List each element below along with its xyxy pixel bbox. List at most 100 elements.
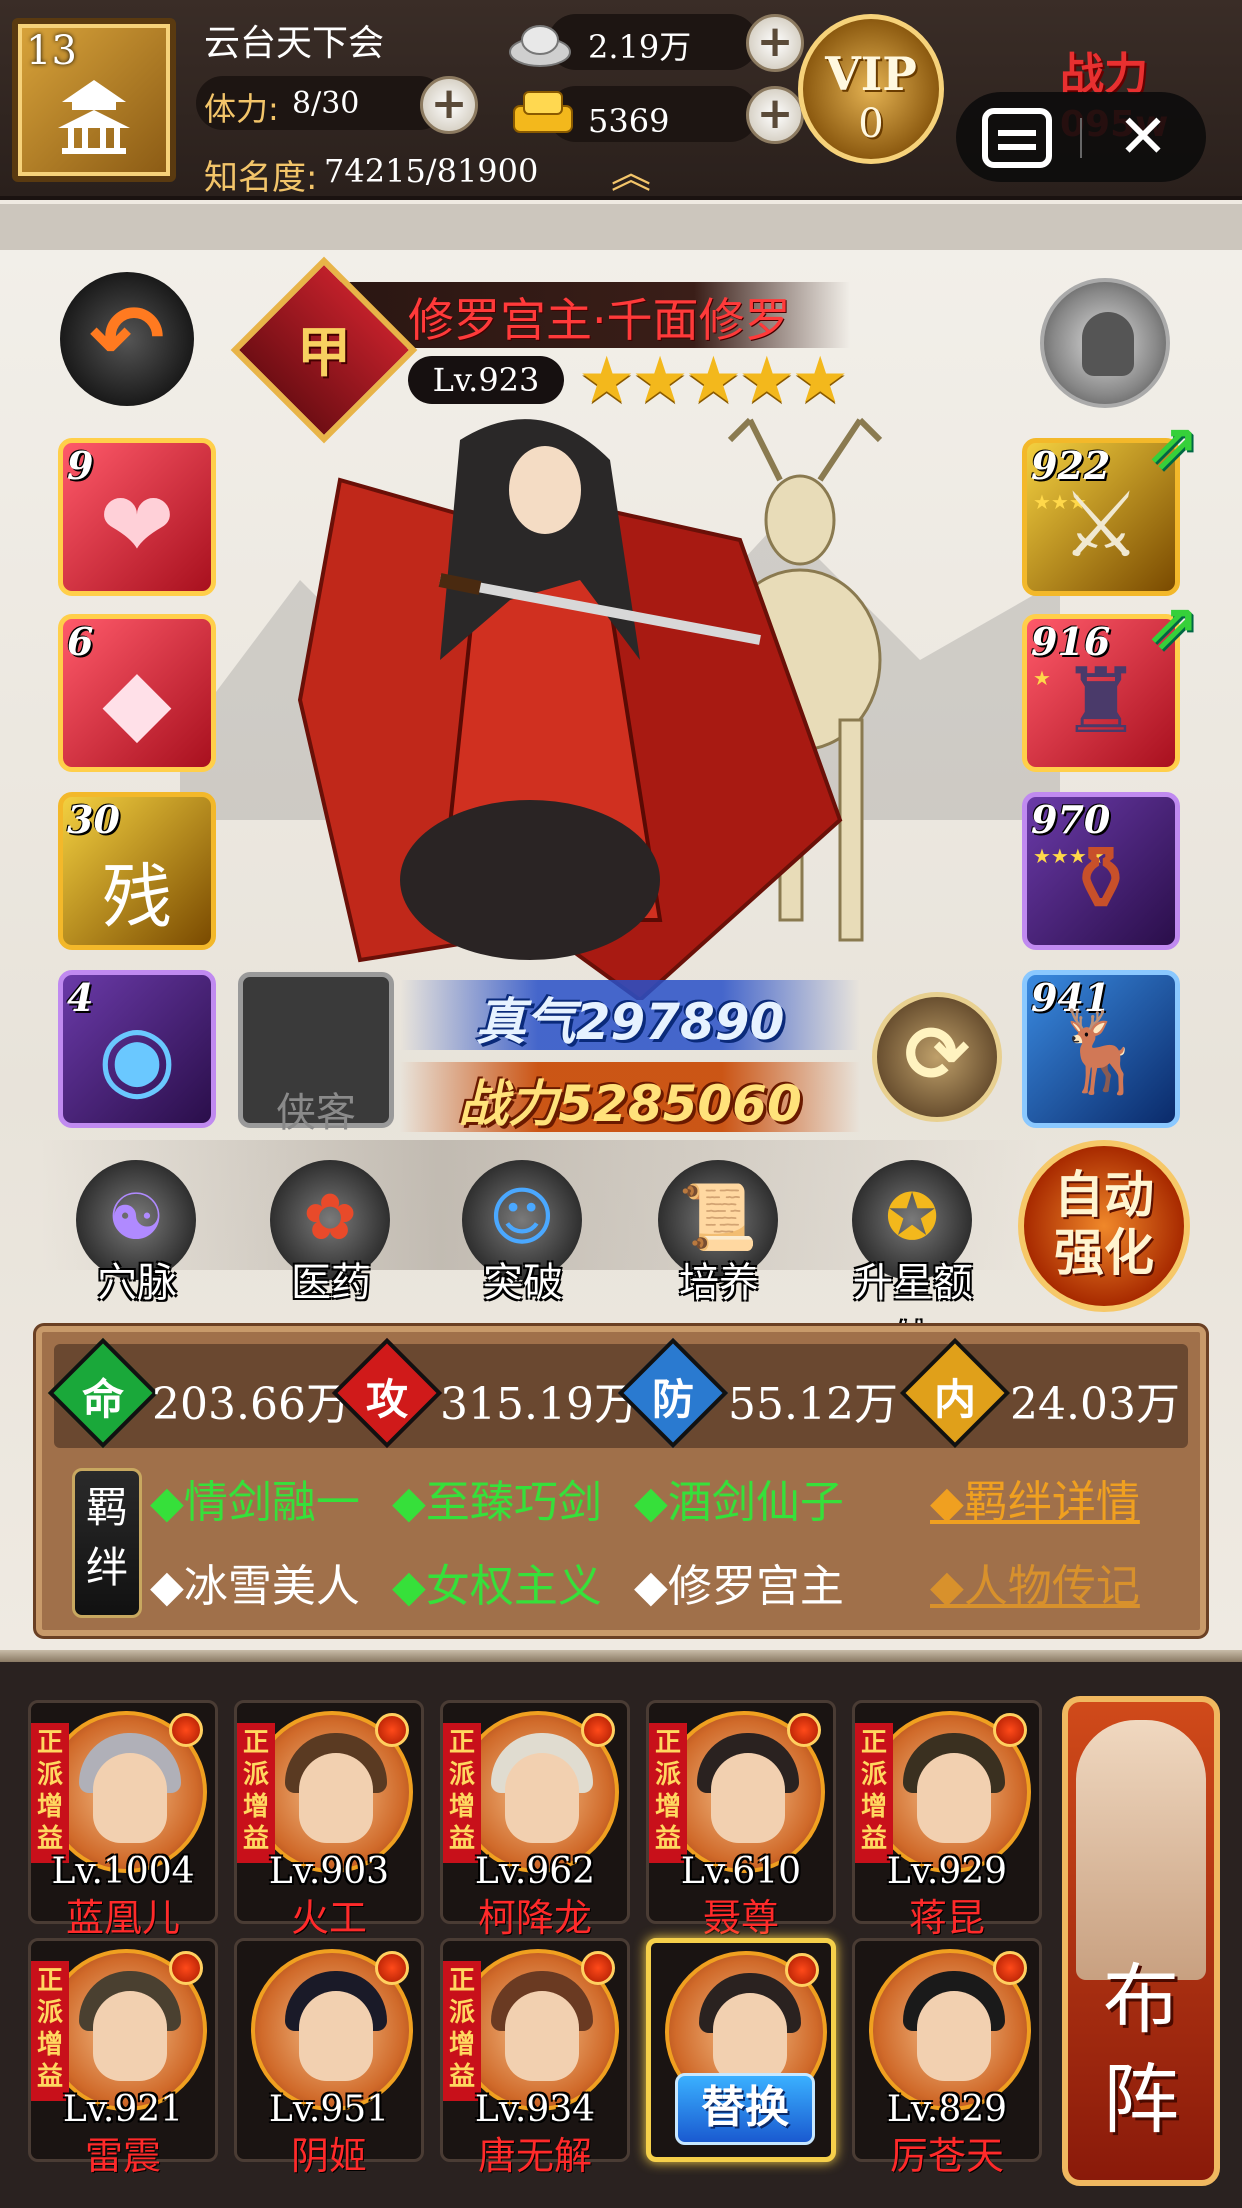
add-stamina-button[interactable]: + xyxy=(420,76,478,134)
roster-card[interactable]: Lv.951 阴姬 xyxy=(234,1938,424,2178)
cultivate-label: 培养 xyxy=(679,1260,759,1306)
breakthrough-button[interactable]: ☺ 突破 xyxy=(448,1160,598,1310)
meditation-button[interactable] xyxy=(1040,278,1170,408)
heart-swirl-icon: ❤ xyxy=(99,473,175,578)
roster-name: 雷震 xyxy=(84,2134,161,2178)
upgrade-arrow-icon: ⇗ xyxy=(1146,410,1200,484)
vip-badge[interactable]: VIP 0 xyxy=(798,14,944,164)
auto-strengthen-label: 自动 强化 xyxy=(1018,1166,1190,1282)
roster-level: Lv.921 xyxy=(62,2089,184,2130)
portrait-face xyxy=(713,1993,787,2083)
bond-tag-line1: 羁 xyxy=(85,1483,128,1532)
bond-item: ◆至臻巧剑 xyxy=(392,1477,602,1528)
add-silver-button[interactable]: + xyxy=(746,14,804,72)
notification-dot-icon xyxy=(993,1951,1027,1985)
roster-card[interactable]: 正派增益 Lv.929 蒋昆 xyxy=(852,1700,1042,1940)
notification-dot-icon xyxy=(993,1713,1027,1747)
guild-name: 云台天下会 xyxy=(204,23,385,64)
equip-slot-left-3[interactable]: 30 残 xyxy=(58,792,216,950)
righteous-buff-tag: 正派增益 xyxy=(31,1961,69,2101)
roster-card[interactable]: Lv.829 厉苍天 xyxy=(852,1938,1042,2178)
roster-card[interactable]: 正派增益 Lv.934 唐无解 xyxy=(440,1938,630,2178)
equip-slot-left-2[interactable]: 6 ◆ xyxy=(58,614,216,772)
notification-dot-icon xyxy=(375,1951,409,1985)
capsule-divider xyxy=(1080,118,1082,158)
pagoda-icon xyxy=(58,80,130,154)
gold-ingot-icon xyxy=(513,91,573,133)
silver-ingot-icon xyxy=(509,25,571,67)
wine-jar-icon: ⚱ xyxy=(1063,827,1139,932)
notification-dot-icon xyxy=(169,1951,203,1985)
close-icon[interactable]: ✕ xyxy=(1110,104,1176,170)
player-level-badge[interactable]: 13 xyxy=(12,18,176,182)
roster-card[interactable]: 正派增益 Lv.962 柯降龙 xyxy=(440,1700,630,1940)
equip-slot-right-3[interactable]: 970 ★★★★ ⚱ xyxy=(1022,792,1180,950)
portrait-face xyxy=(917,1991,991,2081)
expand-chevron-icon[interactable]: ︽ xyxy=(602,154,660,194)
meridian-button[interactable]: ☯ 穴脉 xyxy=(62,1160,212,1310)
portrait-face xyxy=(93,1991,167,2081)
vip-level: 0 xyxy=(858,101,884,147)
meridian-label: 穴脉 xyxy=(97,1260,177,1306)
righteous-buff-tag: 正派增益 xyxy=(237,1723,275,1863)
portrait-face xyxy=(299,1753,373,1843)
crystal-shard-icon: ◆ xyxy=(102,649,172,754)
deer-mount-icon: 🦌 xyxy=(1051,1005,1151,1098)
bond-item: ◆情剑融一 xyxy=(150,1477,360,1528)
stamina-value: 8/30 xyxy=(292,86,360,121)
notification-dot-icon xyxy=(581,1951,615,1985)
bond-tag-line2: 绊 xyxy=(85,1543,128,1592)
roster-level: Lv.962 xyxy=(474,1851,596,1892)
equip-slot-right-4[interactable]: 941 🦌 xyxy=(1022,970,1180,1128)
player-level: 13 xyxy=(26,28,77,74)
biography-link[interactable]: ◆人物传记 xyxy=(930,1550,1140,1614)
roster-card[interactable]: 正派增益 Lv.903 火工 xyxy=(234,1700,424,1940)
top-bar: 13 云台天下会 体力: 8/30 + 知名度: 74215/81900 2.1… xyxy=(0,0,1242,200)
righteous-buff-tag: 正派增益 xyxy=(855,1723,893,1863)
righteous-buff-tag: 正派增益 xyxy=(31,1723,69,1863)
roster-card-current[interactable]: 替换 xyxy=(646,1938,836,2162)
bond-item: ◆酒剑仙子 xyxy=(634,1477,844,1528)
notification-dot-icon xyxy=(785,1953,819,1987)
equip-slot-left-4[interactable]: 4 ◉ xyxy=(58,970,216,1128)
sword-icon: ⚔ xyxy=(1060,473,1142,578)
righteous-buff-tag: 正派增益 xyxy=(443,1961,481,2101)
bond-details-link[interactable]: ◆羁绊详情 xyxy=(930,1466,1140,1530)
compass-disc-icon: ◉ xyxy=(97,1005,177,1110)
roster-level: Lv.929 xyxy=(886,1851,1008,1892)
health-value: 203.66万 xyxy=(152,1379,350,1430)
portrait-face xyxy=(299,1991,373,2081)
auto-strengthen-line1: 自动 xyxy=(1054,1166,1154,1224)
roster-card[interactable]: 正派增益 Lv.1004 蓝凰儿 xyxy=(28,1700,218,1940)
equip-slot-left-1[interactable]: 9 ❤ xyxy=(58,438,216,596)
menu-icon[interactable] xyxy=(982,108,1052,168)
hero-name: 修罗宫主·千面修罗 xyxy=(408,293,791,347)
cultivate-button[interactable]: 📜 培养 xyxy=(644,1160,794,1310)
roster-level: Lv.951 xyxy=(268,2089,390,2130)
roster-card[interactable]: 正派增益 Lv.610 聂尊 xyxy=(646,1700,836,1940)
auto-strengthen-line2: 强化 xyxy=(1054,1224,1154,1282)
silver-amount: 2.19万 xyxy=(588,28,692,66)
zhenqi-value: 真气297890 xyxy=(475,993,785,1051)
formation-line1: 布 xyxy=(1103,1955,1179,2044)
notification-dot-icon xyxy=(169,1713,203,1747)
medicine-label: 医药 xyxy=(291,1260,371,1306)
portrait-face xyxy=(711,1753,785,1843)
roster-level: Lv.1004 xyxy=(51,1851,195,1892)
portrait-face xyxy=(505,1991,579,2081)
notification-dot-icon xyxy=(787,1713,821,1747)
medicine-button[interactable]: ✿ 医药 xyxy=(256,1160,406,1310)
roster-card[interactable]: 正派增益 Lv.921 雷震 xyxy=(28,1938,218,2178)
swap-hero-button[interactable]: ⟳ xyxy=(872,992,1002,1122)
roster-level: Lv.934 xyxy=(474,2089,596,2130)
bond-item: ◆女权主义 xyxy=(392,1561,602,1612)
portrait-face xyxy=(505,1753,579,1843)
inner-power-value: 24.03万 xyxy=(1010,1379,1180,1430)
star-up-button[interactable]: ✪ 升星额外 xyxy=(838,1160,988,1364)
replace-button[interactable]: 替换 xyxy=(675,2073,815,2145)
add-gold-button[interactable]: + xyxy=(746,86,804,144)
back-button[interactable] xyxy=(60,272,194,406)
inner-power-char: 内 xyxy=(933,1375,976,1424)
roster-name: 厉苍天 xyxy=(889,2134,1004,2178)
hero-power-value: 战力5285060 xyxy=(458,1075,802,1133)
